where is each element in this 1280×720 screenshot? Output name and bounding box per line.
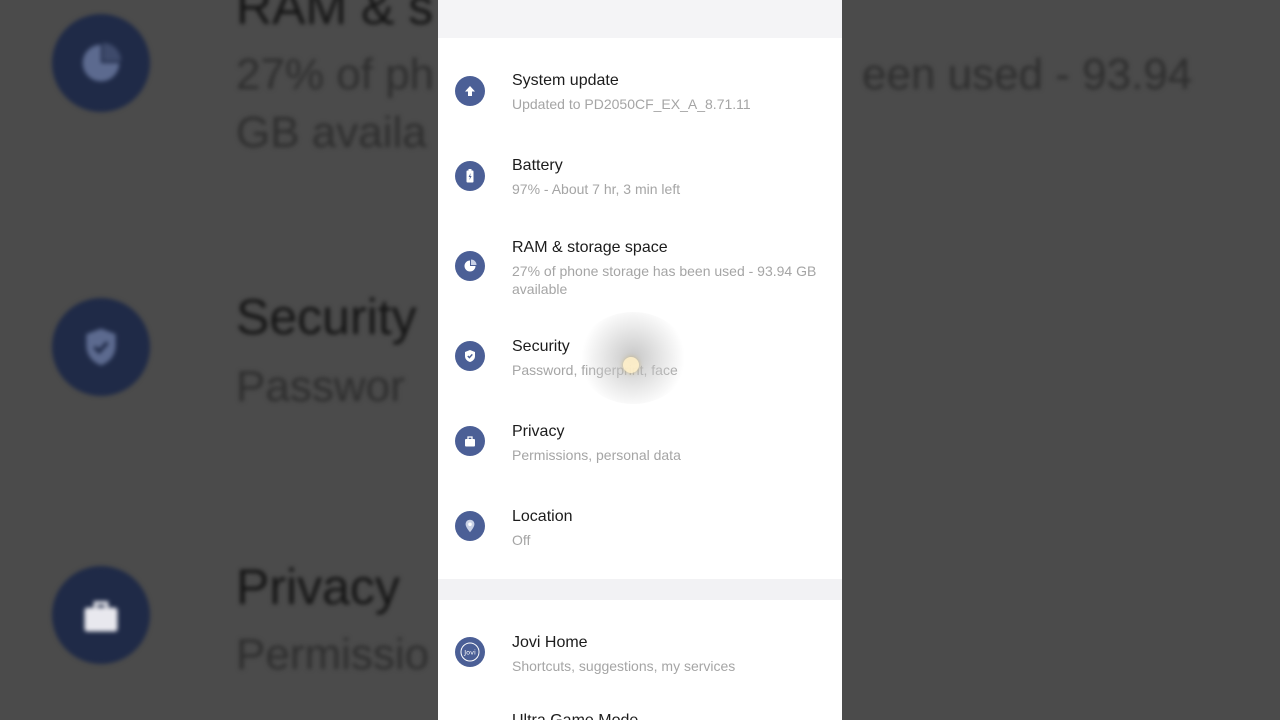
settings-item-ram-storage[interactable]: RAM & storage space 27% of phone storage…	[438, 226, 842, 314]
item-title: Location	[512, 508, 573, 525]
jovi-icon: Jovi	[455, 637, 485, 667]
item-title: Security	[512, 338, 570, 355]
settings-item-ultra-game-mode[interactable]: Ultra Game Mode	[438, 706, 842, 720]
item-title: Jovi Home	[512, 634, 588, 651]
touch-indicator	[623, 357, 639, 373]
shield-check-icon	[455, 341, 485, 371]
item-title: System update	[512, 72, 619, 89]
bg-title-ram: RAM & s	[236, 0, 434, 35]
bg-subtitle-security: Passwor	[236, 362, 405, 411]
briefcase-icon	[52, 566, 150, 664]
settings-item-jovi-home[interactable]: Jovi Jovi Home Shortcuts, suggestions, m…	[438, 622, 842, 694]
item-subtitle: 97% - About 7 hr, 3 min left	[512, 181, 681, 197]
settings-item-location[interactable]: Location Off	[438, 496, 842, 568]
bg-title-security: Security	[236, 289, 417, 345]
item-title: Privacy	[512, 423, 565, 440]
item-subtitle: 27% of phone storage has been used - 93.…	[512, 263, 817, 297]
pie-chart-icon	[52, 14, 150, 112]
item-subtitle: Off	[512, 532, 531, 548]
settings-item-battery[interactable]: Battery 97% - About 7 hr, 3 min left	[438, 145, 842, 217]
group-divider	[438, 579, 842, 600]
bg-subtitle-ram-1: 27% of ph	[236, 50, 435, 99]
battery-icon	[455, 161, 485, 191]
shield-check-icon	[52, 298, 150, 396]
location-pin-icon	[455, 511, 485, 541]
bg-subtitle-privacy: Permissio	[236, 630, 430, 679]
settings-item-system-update[interactable]: System update Updated to PD2050CF_EX_A_8…	[438, 60, 842, 132]
item-title: RAM & storage space	[512, 239, 668, 256]
svg-text:Jovi: Jovi	[463, 649, 476, 657]
briefcase-icon	[455, 426, 485, 456]
arrow-up-icon	[455, 76, 485, 106]
bg-subtitle-ram-2: GB availa	[236, 108, 427, 157]
item-subtitle: Updated to PD2050CF_EX_A_8.71.11	[512, 96, 751, 112]
settings-item-privacy[interactable]: Privacy Permissions, personal data	[438, 411, 842, 483]
settings-screen: System update Updated to PD2050CF_EX_A_8…	[438, 0, 842, 720]
bg-subtitle-fragment: een used - 93.94	[862, 50, 1193, 99]
pie-chart-icon	[455, 251, 485, 281]
item-title: Ultra Game Mode	[512, 712, 638, 720]
bg-title-privacy: Privacy	[236, 559, 400, 615]
item-subtitle: Shortcuts, suggestions, my services	[512, 658, 736, 674]
item-title: Battery	[512, 157, 563, 174]
item-subtitle: Permissions, personal data	[512, 447, 681, 463]
top-band	[438, 0, 842, 38]
